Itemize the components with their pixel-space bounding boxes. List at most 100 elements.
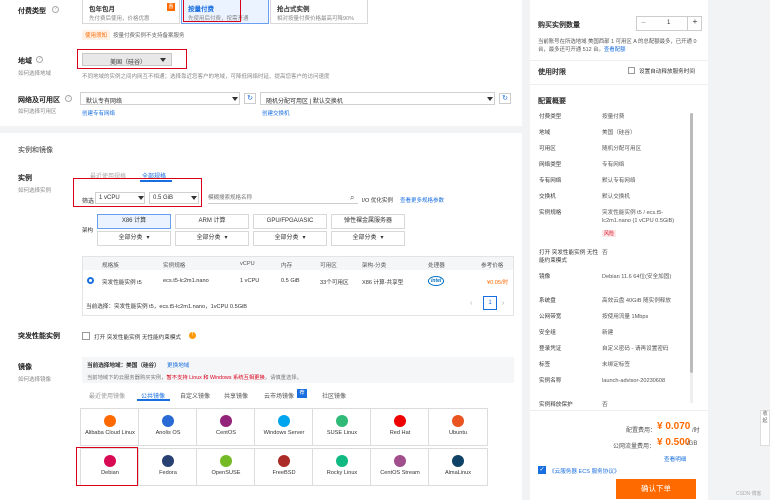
- page-number[interactable]: 1: [483, 296, 497, 310]
- os-logo-icon: [278, 415, 290, 427]
- os-card[interactable]: Fedora: [138, 448, 198, 486]
- os-logo-icon: [452, 455, 464, 467]
- quantity-stepper[interactable]: − 1 +: [636, 16, 702, 31]
- image-note-end: ，请慎重选择。: [264, 375, 302, 381]
- os-card[interactable]: Anolis OS: [138, 408, 198, 446]
- table-cell: ecs.t5-lc2m1.nano: [163, 278, 209, 284]
- summary-value: 新建: [602, 330, 614, 336]
- summary-value: 自定义密码 - 请再设置密码: [602, 346, 669, 352]
- os-name: Anolis OS: [155, 430, 181, 436]
- summary-key: 专有网络: [539, 178, 562, 184]
- help-icon[interactable]: ?: [65, 95, 72, 102]
- arch-category-value: 全部分类: [274, 235, 299, 241]
- os-name: Fedora: [159, 470, 177, 476]
- burst-checkbox[interactable]: [82, 332, 90, 340]
- os-card[interactable]: Rocky Linux: [312, 448, 372, 486]
- collapse-tab[interactable]: 收起: [760, 410, 770, 446]
- zone-value: 随机分配可用区 | 默认交换机: [266, 99, 343, 105]
- os-card[interactable]: Red Hat: [370, 408, 430, 446]
- os-card[interactable]: FreeBSD: [254, 448, 314, 486]
- agree-checkbox[interactable]: ✓: [538, 466, 546, 474]
- arch-tab-x86[interactable]: X86 计算: [97, 214, 171, 229]
- row-radio[interactable]: [87, 277, 94, 284]
- help-icon[interactable]: ?: [52, 6, 59, 13]
- column-header: 规格族: [102, 263, 119, 269]
- quota-link[interactable]: 查看配额: [604, 47, 626, 53]
- os-card[interactable]: Ubuntu: [428, 408, 488, 446]
- summary-value: 专有网络: [602, 162, 625, 168]
- scrollbar-thumb[interactable]: [690, 113, 693, 373]
- create-vpc-link[interactable]: 创建专有网络: [82, 109, 115, 117]
- zone-select[interactable]: 随机分配可用区 | 默认交换机: [260, 92, 495, 105]
- region-help-link[interactable]: 如何选择地域: [18, 69, 51, 77]
- arch-tab-arm[interactable]: ARM 计算: [175, 214, 249, 229]
- os-logo-icon: [394, 455, 406, 467]
- info-icon[interactable]: !: [189, 332, 196, 339]
- risk-tag: 风险: [602, 230, 617, 237]
- prev-page-icon[interactable]: ‹: [470, 300, 472, 307]
- summary-key: 安全组: [539, 330, 556, 336]
- arch-category-select[interactable]: 全部分类 ▾: [97, 231, 171, 246]
- summary-key: 公网带宽: [539, 314, 562, 320]
- quota-note: 当前账号在所选地域 美国西部 1 可用区 A 的总配额最多，已开通 0 台，最多…: [538, 38, 702, 54]
- fee-detail-link[interactable]: 查看明细: [664, 455, 686, 463]
- plus-icon[interactable]: +: [687, 17, 702, 30]
- os-card[interactable]: CentOS: [196, 408, 256, 446]
- highlight-box: [76, 447, 138, 486]
- summary-key: 打开 突发性能实例 无性能约束模式: [539, 250, 599, 264]
- region-label: 地域: [18, 58, 32, 65]
- create-vsw-link[interactable]: 创建交换机: [262, 109, 290, 117]
- arch-category-select[interactable]: 全部分类 ▾: [175, 231, 249, 246]
- os-card[interactable]: OpenSUSE: [196, 448, 256, 486]
- image-help-link[interactable]: 如何选择镜像: [18, 375, 51, 383]
- table-cell-price: ¥0.05/时: [487, 280, 509, 286]
- spec-search-input[interactable]: [208, 192, 358, 204]
- arch-category-select[interactable]: 全部分类 ▾: [331, 231, 405, 246]
- tab-custom-images[interactable]: 自定义镜像: [180, 391, 210, 400]
- help-icon[interactable]: ?: [36, 56, 43, 63]
- os-card[interactable]: CentOS Stream: [370, 448, 430, 486]
- region-select[interactable]: 美国（硅谷）: [82, 53, 172, 66]
- os-name: FreeBSD: [272, 470, 296, 476]
- confirm-order-button[interactable]: 确认下单: [616, 479, 696, 499]
- tab-market-images[interactable]: 云市场镜像: [264, 391, 294, 400]
- service-agreement-link[interactable]: 《云服务器 ECS 服务协议》: [549, 467, 620, 475]
- os-card[interactable]: Windows Server: [254, 408, 314, 446]
- refresh-icon[interactable]: ↻: [244, 93, 256, 104]
- column-header: 实例规格: [163, 263, 186, 269]
- vpc-value: 默认专有网络: [86, 99, 123, 105]
- more-specs-link[interactable]: 查看更多规格参数: [400, 196, 444, 204]
- tab-recent-images[interactable]: 最近使用镜像: [89, 391, 125, 400]
- os-name: CentOS Stream: [380, 470, 420, 476]
- search-icon[interactable]: ⌕: [350, 193, 354, 203]
- tab-shared-images[interactable]: 共享镜像: [224, 391, 248, 400]
- instance-help-link[interactable]: 如何选择实例: [18, 186, 51, 194]
- os-card[interactable]: SUSE Linux: [312, 408, 372, 446]
- billing-option-spot[interactable]: 抢占式实例 相对按量付费价格最高可降90%: [270, 0, 368, 24]
- os-logo-icon: [452, 415, 464, 427]
- scrollbar[interactable]: [690, 113, 693, 403]
- os-card[interactable]: Alibaba Cloud Linux: [80, 408, 140, 446]
- arch-tab-label: 弹性裸金属服务器: [343, 218, 392, 224]
- burst-text: 打开 突发性能实例 无性能约束模式: [94, 335, 182, 341]
- refresh-icon[interactable]: ↻: [499, 93, 511, 104]
- tab-community-images[interactable]: 社区镜像: [322, 391, 346, 400]
- summary-value: 随机分配可用区: [602, 146, 642, 152]
- arch-tab-gpu[interactable]: GPU/FPGA/ASIC: [253, 214, 327, 229]
- table-row[interactable]: 突发性能实例 t5 ecs.t5-lc2m1.nano 1 vCPU 0.5 G…: [83, 271, 513, 291]
- arch-category-select[interactable]: 全部分类 ▾: [253, 231, 327, 246]
- summary-value: 默认专有网络: [602, 178, 636, 184]
- os-logo-icon: [220, 455, 232, 467]
- arch-tab-baremetal[interactable]: 弹性裸金属服务器: [331, 214, 405, 229]
- minus-icon[interactable]: −: [641, 18, 646, 27]
- auto-release-checkbox[interactable]: [628, 67, 635, 74]
- chevron-down-icon: [191, 196, 197, 200]
- collapse-label: 收起: [762, 411, 768, 424]
- os-card[interactable]: AlmaLinux: [428, 448, 488, 486]
- next-page-icon[interactable]: ›: [502, 300, 504, 307]
- zone-help-link[interactable]: 如何选择可用区: [18, 107, 57, 115]
- billing-option-subscription[interactable]: 包年包月 先付费后使用，价格优惠 惠: [82, 0, 180, 24]
- vpc-select[interactable]: 默认专有网络: [80, 92, 240, 105]
- change-region-link[interactable]: 更换地域: [167, 361, 189, 369]
- billing-label: 付费类型: [18, 8, 46, 15]
